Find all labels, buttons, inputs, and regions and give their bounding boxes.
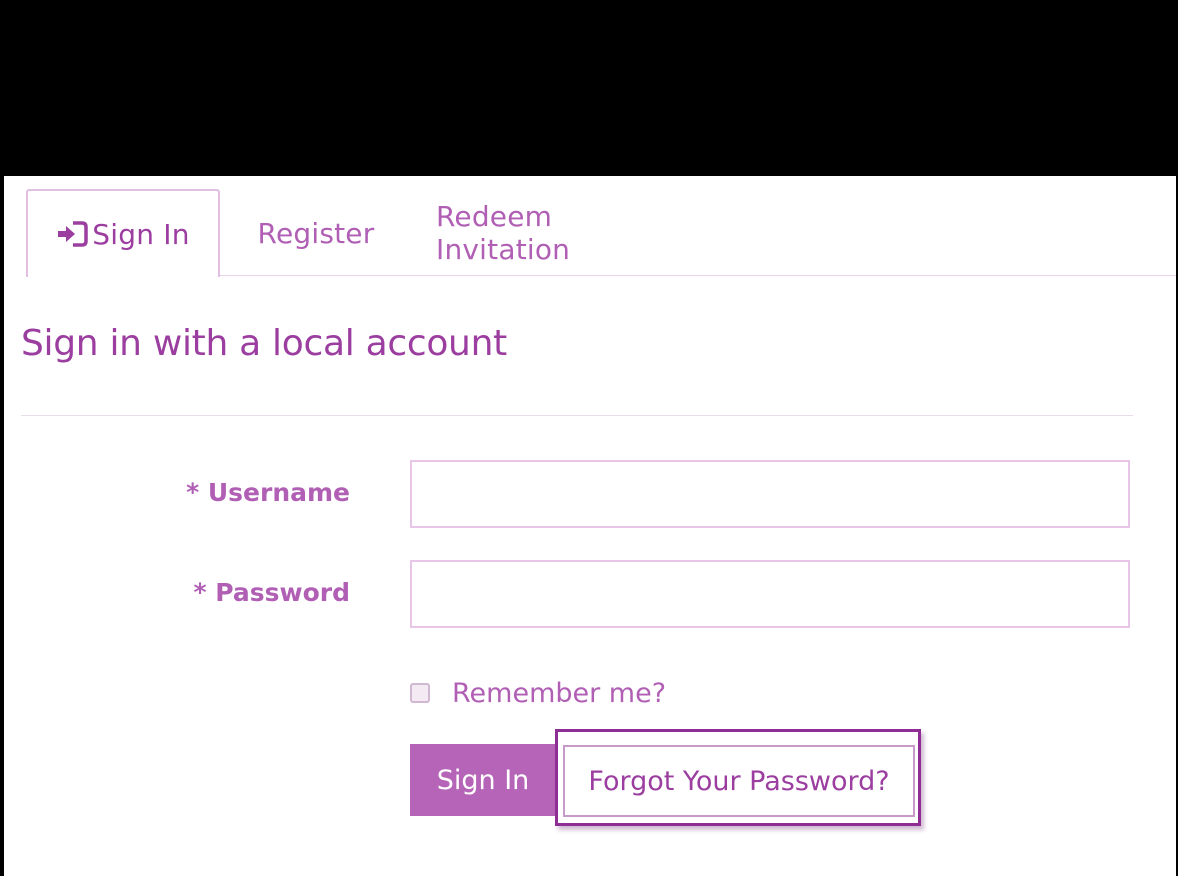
page-title: Sign in with a local account bbox=[21, 323, 507, 364]
forgot-password-button[interactable]: Forgot Your Password? bbox=[563, 745, 915, 817]
tab-sign-in-label: Sign In bbox=[92, 217, 190, 251]
tab-redeem-invitation[interactable]: Redeem Invitation bbox=[436, 189, 692, 277]
username-input[interactable] bbox=[410, 460, 1130, 528]
password-input[interactable] bbox=[410, 560, 1130, 628]
tab-register[interactable]: Register bbox=[254, 189, 378, 277]
tab-register-label: Register bbox=[257, 216, 375, 250]
sign-in-panel: Sign In Register Redeem Invitation Sign … bbox=[4, 176, 1176, 876]
password-label: * Password bbox=[193, 578, 350, 607]
remember-me-checkbox[interactable] bbox=[410, 683, 430, 703]
sign-in-icon bbox=[58, 221, 89, 247]
tab-redeem-invitation-label: Redeem Invitation bbox=[436, 200, 571, 266]
sign-in-button[interactable]: Sign In bbox=[410, 744, 556, 816]
tab-bar: Sign In Register Redeem Invitation bbox=[4, 176, 1176, 277]
tab-sign-in[interactable]: Sign In bbox=[26, 189, 220, 277]
username-label: * Username bbox=[186, 478, 350, 507]
heading-divider bbox=[21, 415, 1133, 416]
remember-me-label: Remember me? bbox=[452, 677, 667, 709]
screenshot-frame: Sign In Register Redeem Invitation Sign … bbox=[0, 0, 1178, 876]
remember-me-option[interactable]: Remember me? bbox=[410, 673, 666, 713]
